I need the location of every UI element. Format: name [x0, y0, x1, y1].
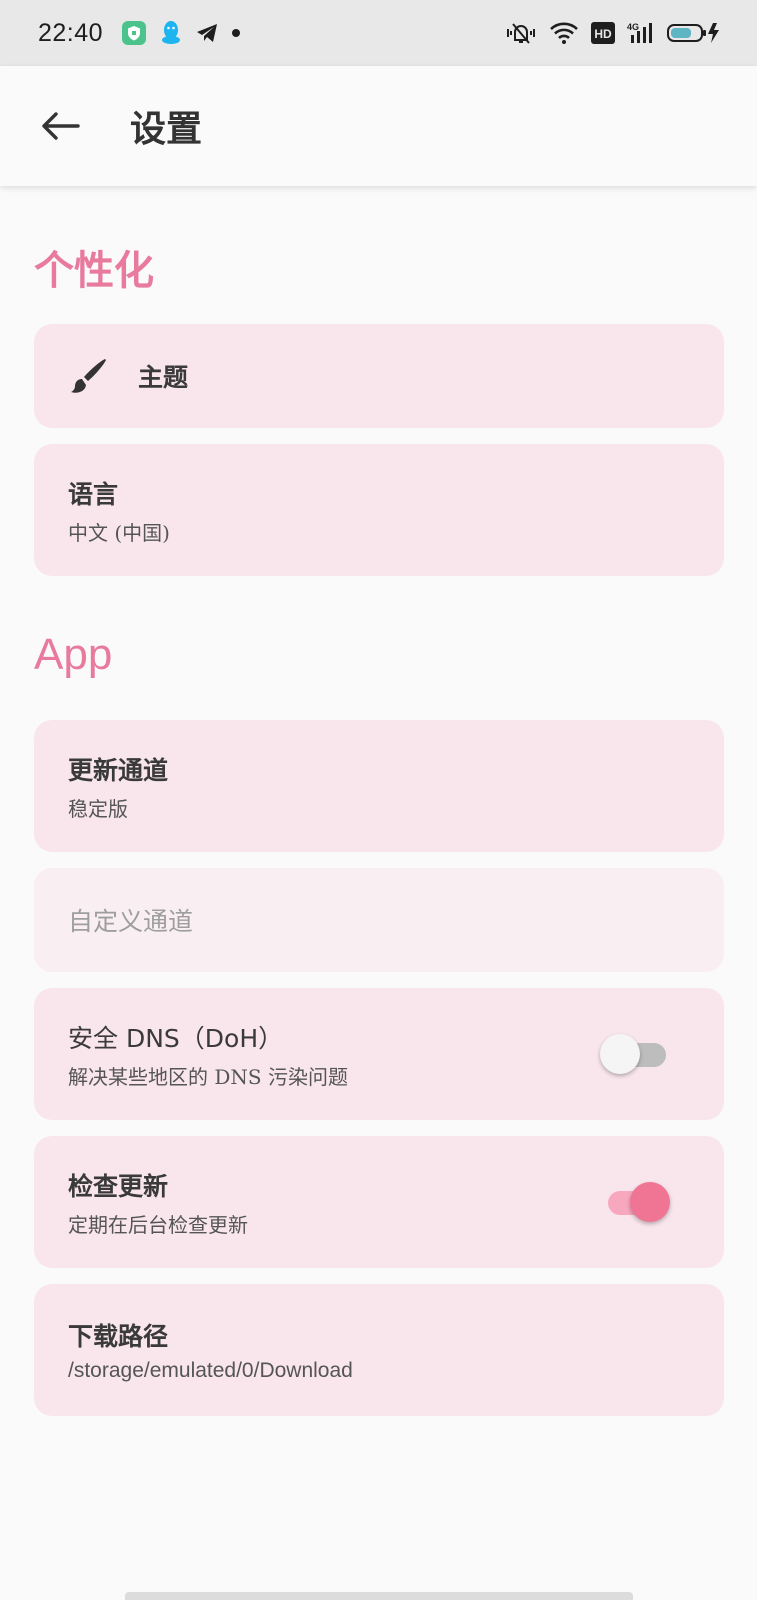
page-title: 设置 [130, 108, 203, 150]
status-bar: 22:40 HD 4G [0, 0, 757, 66]
language-value: 中文 (中国) [68, 520, 170, 545]
dot-icon [231, 28, 241, 38]
theme-setting[interactable]: 主题 [34, 324, 724, 428]
check-updates-switch[interactable] [600, 1182, 670, 1222]
wifi-icon [549, 21, 579, 45]
status-time: 22:40 [38, 18, 104, 47]
status-right: HD 4G [505, 21, 721, 45]
update-channel-value: 稳定版 [68, 796, 128, 821]
theme-title: 主题 [138, 363, 189, 392]
download-path-value: /storage/emulated/0/Download [68, 1359, 353, 1382]
secure-dns-title: 安全 DNS（DoH） [68, 1023, 284, 1053]
switch-thumb [600, 1034, 640, 1074]
language-setting[interactable]: 语言 中文 (中国) [34, 444, 724, 576]
custom-channel-setting: 自定义通道 [34, 868, 724, 972]
hd-label: HD [594, 27, 612, 41]
download-path-setting[interactable]: 下载路径 /storage/emulated/0/Download [34, 1284, 724, 1416]
secure-dns-switch[interactable] [600, 1034, 668, 1074]
switch-thumb [630, 1182, 670, 1222]
check-updates-title: 检查更新 [68, 1171, 169, 1201]
qq-icon [159, 20, 183, 46]
update-channel-setting[interactable]: 更新通道 稳定版 [34, 720, 724, 852]
status-left: 22:40 [38, 19, 241, 48]
arrow-left-icon [42, 112, 80, 140]
secure-dns-description: 解决某些地区的 DNS 污染问题 [68, 1064, 348, 1089]
custom-channel-title: 自定义通道 [68, 907, 194, 936]
update-channel-title: 更新通道 [68, 755, 169, 785]
navigation-handle[interactable] [125, 1592, 633, 1600]
language-title: 语言 [68, 479, 119, 509]
download-path-title: 下载路径 [68, 1322, 169, 1351]
section-header-app: App [34, 630, 113, 679]
signal-4g-icon: 4G [627, 21, 655, 45]
hd-icon: HD [591, 22, 615, 44]
section-header-personalization: 个性化 [34, 247, 154, 294]
app-bar: 设置 [0, 66, 757, 186]
secure-dns-setting[interactable]: 安全 DNS（DoH） 解决某些地区的 DNS 污染问题 [34, 988, 724, 1120]
check-updates-setting[interactable]: 检查更新 定期在后台检查更新 [34, 1136, 724, 1268]
vibrate-mute-icon [505, 21, 537, 45]
shield-app-icon [121, 20, 147, 46]
check-updates-description: 定期在后台检查更新 [68, 1212, 248, 1237]
battery-charging-icon [667, 21, 721, 45]
back-button[interactable] [38, 104, 82, 148]
telegram-icon [195, 21, 219, 45]
brush-icon [68, 355, 110, 397]
network-label: 4G [627, 22, 639, 32]
